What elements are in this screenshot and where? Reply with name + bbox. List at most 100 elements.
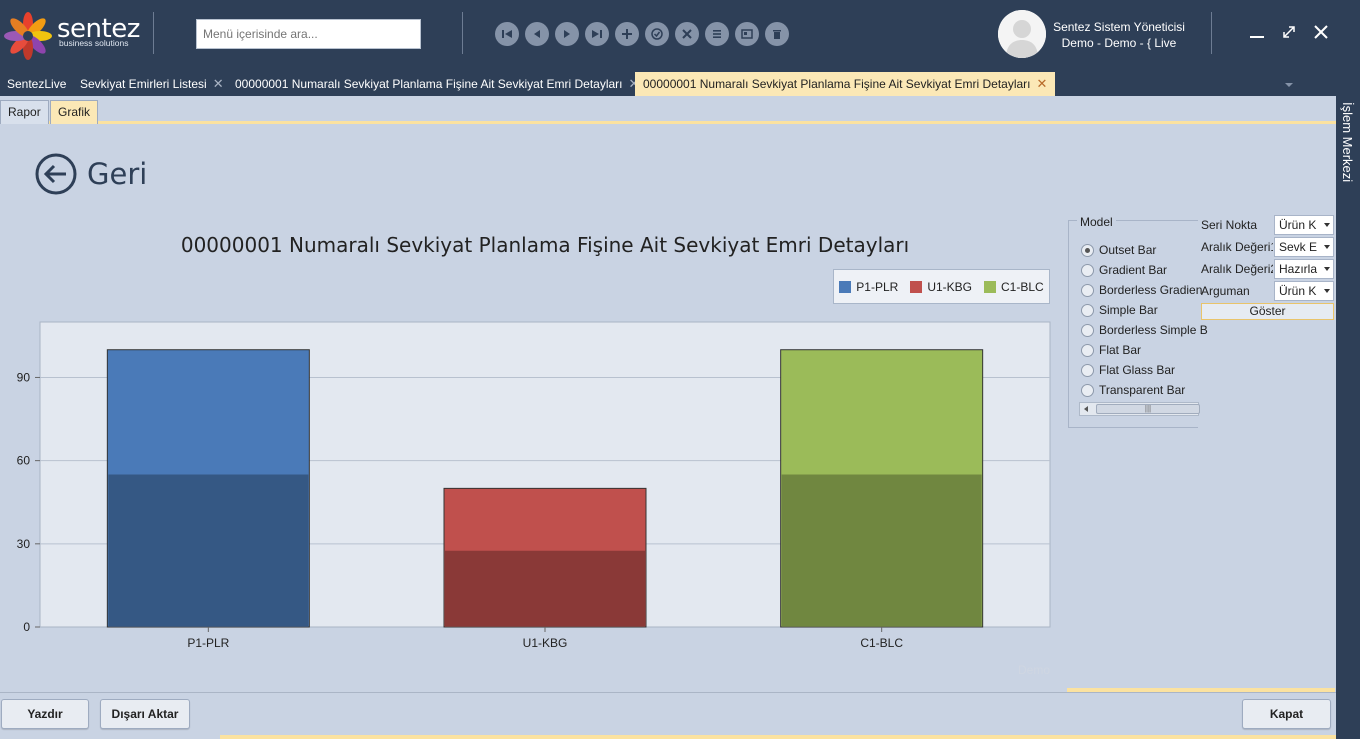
divider: [0, 692, 1336, 693]
chart-legend: P1-PLR U1-KBG C1-BLC: [833, 269, 1050, 304]
x-tick-label: P1-PLR: [187, 636, 229, 650]
document-tabs: SentezLive Sevkiyat Emirleri Listesi ✕ 0…: [0, 72, 1360, 96]
model-option-label: Flat Glass Bar: [1099, 363, 1176, 377]
minimize-icon[interactable]: [1246, 20, 1268, 44]
chevron-down-icon: [1324, 289, 1330, 293]
legend-swatch: [984, 280, 997, 293]
top-bar: sentez business solutions Sentez Sistem …: [0, 0, 1360, 72]
avatar[interactable]: [998, 10, 1046, 58]
divider: [220, 735, 1336, 739]
legend-item: C1-BLC: [984, 280, 1044, 294]
model-option[interactable]: Borderless Simple B: [1081, 322, 1208, 338]
y-tick-label: 30: [17, 537, 31, 551]
tab-chart[interactable]: Grafik: [50, 100, 99, 124]
y-tick-label: 90: [17, 370, 31, 384]
bar-shade: [445, 550, 645, 626]
series-point-label: Seri Nokta: [1201, 218, 1258, 232]
range-value1-select[interactable]: Sevk E: [1274, 237, 1334, 257]
next-icon[interactable]: [555, 22, 579, 46]
side-panel[interactable]: İşlem Merkezi: [1336, 96, 1360, 739]
model-option[interactable]: Flat Bar: [1081, 342, 1141, 358]
model-option-label: Simple Bar: [1099, 303, 1158, 317]
card-icon[interactable]: [735, 22, 759, 46]
legend-swatch: [910, 280, 923, 293]
model-label: Model: [1077, 215, 1116, 229]
user-context: Demo - Demo - { Live: [1061, 36, 1177, 50]
model-option-label: Borderless Simple B: [1099, 323, 1208, 337]
scrollbar-thumb[interactable]: |||: [1096, 404, 1200, 414]
argument-select[interactable]: Ürün K: [1274, 281, 1334, 301]
y-tick-label: 0: [23, 620, 30, 634]
back-button[interactable]: Geri: [35, 153, 147, 195]
legend-swatch: [839, 280, 852, 293]
window-controls: [1246, 20, 1332, 44]
close-icon[interactable]: [1310, 20, 1332, 44]
model-option-label: Outset Bar: [1099, 243, 1157, 257]
show-button[interactable]: Göster: [1201, 303, 1334, 320]
separator: [1211, 12, 1212, 54]
radio-button[interactable]: [1081, 303, 1094, 317]
restore-icon[interactable]: [1278, 20, 1300, 44]
tab-shipment-orders[interactable]: Sevkiyat Emirleri Listesi ✕: [80, 72, 224, 96]
horizontal-scrollbar[interactable]: |||: [1079, 402, 1200, 416]
radio-button[interactable]: [1081, 383, 1094, 397]
tab-label: 00000001 Numaralı Sevkiyat Planlama Fişi…: [643, 77, 1031, 91]
legend-label: U1-KBG: [927, 279, 973, 294]
last-icon[interactable]: [585, 22, 609, 46]
separator: [153, 12, 154, 54]
legend-item: U1-KBG: [910, 280, 972, 294]
model-option[interactable]: Borderless Gradien: [1081, 282, 1202, 298]
print-button[interactable]: Yazdır: [1, 699, 89, 729]
radio-button[interactable]: [1081, 363, 1094, 377]
model-option[interactable]: Flat Glass Bar: [1081, 362, 1175, 378]
menu-search-input[interactable]: [196, 19, 421, 49]
range-value2-select[interactable]: Hazırla: [1274, 259, 1334, 279]
back-label: Geri: [87, 157, 148, 191]
user-name: Sentez Sistem Yöneticisi: [1053, 20, 1185, 34]
y-tick-label: 60: [17, 454, 31, 468]
tab-shipment-details[interactable]: 00000001 Numaralı Sevkiyat Planlama Fişi…: [235, 72, 639, 96]
tab-report[interactable]: Rapor: [0, 100, 49, 124]
list-icon[interactable]: [705, 22, 729, 46]
trash-icon[interactable]: [765, 22, 789, 46]
approve-icon[interactable]: [645, 22, 669, 46]
tab-sentezlive[interactable]: SentezLive: [7, 72, 66, 96]
model-option[interactable]: Transparent Bar: [1081, 382, 1185, 398]
close-icon[interactable]: ✕: [1037, 72, 1048, 96]
x-tick-label: C1-BLC: [860, 636, 903, 650]
radio-button[interactable]: [1081, 343, 1094, 357]
tab-shipment-details-active[interactable]: 00000001 Numaralı Sevkiyat Planlama Fişi…: [635, 72, 1056, 96]
range-value2-label: Aralık Değeri2: [1201, 262, 1273, 276]
scroll-left-icon[interactable]: [1081, 403, 1091, 415]
radio-button[interactable]: [1081, 263, 1094, 277]
delete-x-icon[interactable]: [675, 22, 699, 46]
close-icon[interactable]: ✕: [213, 72, 224, 96]
close-button[interactable]: Kapat: [1242, 699, 1331, 729]
tab-label: Sevkiyat Emirleri Listesi: [80, 77, 207, 91]
radio-button[interactable]: [1081, 283, 1094, 297]
chevron-down-icon: [1324, 267, 1330, 271]
record-toolbar: [495, 22, 789, 46]
add-icon[interactable]: [615, 22, 639, 46]
sentez-logo[interactable]: sentez business solutions: [2, 8, 152, 60]
previous-icon[interactable]: [525, 22, 549, 46]
model-option-label: Gradient Bar: [1099, 263, 1168, 277]
chevron-down-icon[interactable]: [1282, 80, 1296, 90]
model-group: Model Outset Bar Gradient Bar Borderless G…: [1068, 215, 1208, 428]
logo-flower-icon: [4, 12, 52, 60]
series-point-select[interactable]: Ürün K: [1274, 215, 1334, 235]
argument-label: Arguman: [1201, 284, 1250, 298]
model-option[interactable]: Simple Bar: [1081, 302, 1158, 318]
bar-chart: 0 30 60 90 P1-PLR U1-KBG C1-BLC: [17, 321, 1051, 650]
export-button[interactable]: Dışarı Aktar: [100, 699, 190, 729]
bar-shade: [781, 474, 982, 626]
radio-button[interactable]: [1081, 323, 1094, 337]
first-icon[interactable]: [495, 22, 519, 46]
watermark: Demo: [1018, 663, 1051, 677]
user-info[interactable]: Sentez Sistem Yöneticisi Demo - Demo - {…: [1052, 19, 1186, 51]
model-option[interactable]: Gradient Bar: [1081, 262, 1167, 278]
radio-button[interactable]: [1081, 243, 1094, 257]
model-option[interactable]: Outset Bar: [1081, 242, 1156, 258]
chart-title: 00000001 Numaralı Sevkiyat Planlama Fişi…: [180, 233, 910, 257]
legend-label: C1-BLC: [1001, 279, 1044, 294]
